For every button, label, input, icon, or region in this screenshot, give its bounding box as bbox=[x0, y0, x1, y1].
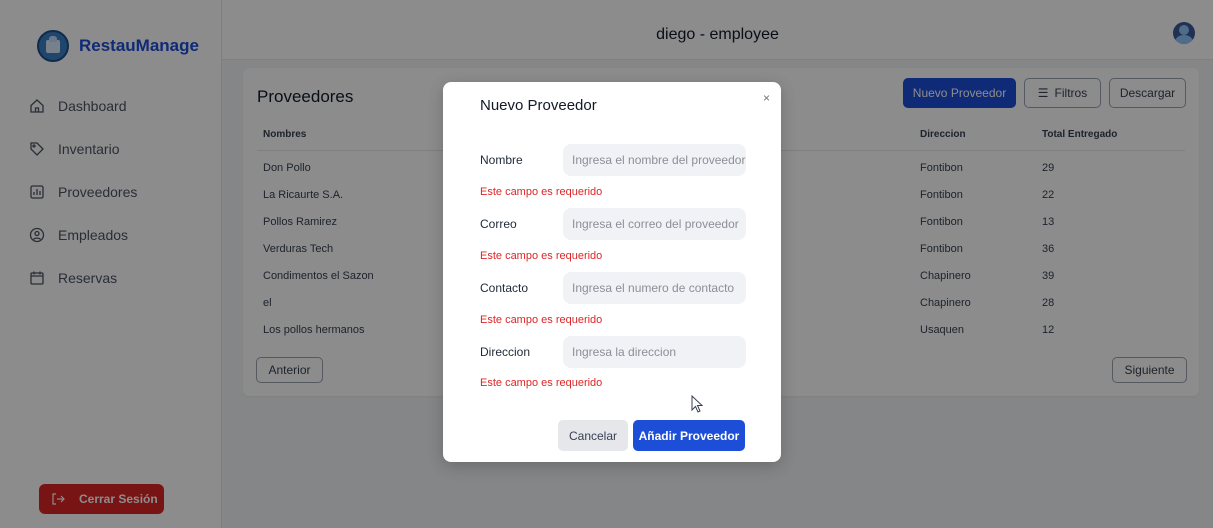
contacto-field[interactable] bbox=[563, 272, 746, 304]
close-icon[interactable]: × bbox=[763, 91, 770, 105]
nombre-label: Nombre bbox=[480, 153, 523, 167]
correo-label: Correo bbox=[480, 217, 517, 231]
contacto-label: Contacto bbox=[480, 281, 529, 295]
correo-error: Este campo es requerido bbox=[480, 250, 603, 262]
add-supplier-button[interactable]: Añadir Proveedor bbox=[633, 420, 745, 451]
direccion-error: Este campo es requerido bbox=[480, 377, 603, 389]
nombre-field[interactable] bbox=[563, 144, 746, 176]
new-supplier-modal: Nuevo Proveedor × Nombre Este campo es r… bbox=[443, 82, 781, 462]
cancel-button[interactable]: Cancelar bbox=[558, 420, 628, 451]
contacto-error: Este campo es requerido bbox=[480, 314, 603, 326]
mouse-cursor-icon bbox=[691, 394, 704, 418]
direccion-label: Direccion bbox=[480, 345, 531, 359]
modal-title: Nuevo Proveedor bbox=[480, 97, 597, 114]
correo-field[interactable] bbox=[563, 208, 746, 240]
nombre-error: Este campo es requerido bbox=[480, 186, 603, 198]
direccion-field[interactable] bbox=[563, 336, 746, 368]
